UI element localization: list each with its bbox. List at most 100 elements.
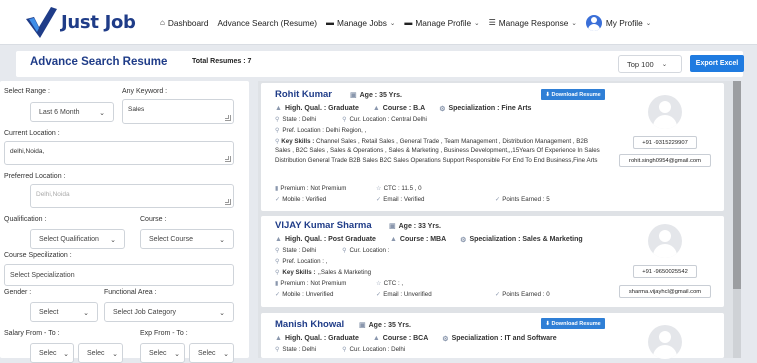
qualification-value: Select Qualification: [39, 235, 99, 243]
mobile-text: Mobile : Verified: [282, 196, 327, 203]
course-dropdown[interactable]: Select Course ⌄: [140, 229, 234, 249]
scrollbar-thumb[interactable]: [733, 81, 741, 289]
nav-advance-search[interactable]: Advance Search (Resume): [217, 18, 317, 28]
nav-advance-search-label: Advance Search (Resume): [217, 17, 318, 28]
pref-location: ⚲ Pref. Location : Delhi Region, ,: [275, 127, 366, 134]
page-title: Advance Search Resume: [30, 56, 168, 68]
select-range-value: Last 6 Month: [39, 108, 80, 116]
nav-manage-jobs-label: Manage Jobs: [337, 17, 387, 28]
graduation-cap-icon: ▲: [275, 335, 282, 342]
chevron-down-icon: ⌄: [474, 19, 480, 27]
key-skills-label: Key Skills :: [282, 269, 316, 276]
key-skills-label: Key Skills :: [281, 138, 315, 145]
filter-panel: Select Range : Any Keyword : Last 6 Mont…: [0, 81, 249, 363]
top-count-select[interactable]: Top 100 ⌄: [618, 55, 682, 73]
course-label: Course :: [140, 216, 167, 223]
functional-area-label: Functional Area :: [104, 289, 157, 296]
pref-location-text: Pref. Location : Delhi Region, ,: [282, 127, 367, 134]
exp-from-dropdown[interactable]: Selec ⌄: [140, 343, 185, 363]
candidate-photo: [648, 95, 682, 129]
download-resume-button[interactable]: ⬇ Download Resume: [541, 318, 605, 329]
nav-dashboard[interactable]: ⌂ Dashboard: [160, 18, 208, 28]
check-icon: ✓: [275, 291, 281, 298]
keyword-value: Sales: [128, 106, 145, 113]
gender-dropdown[interactable]: Select ⌄: [30, 302, 98, 322]
points-text: Points Earned : 0: [502, 291, 550, 298]
chevron-down-icon: ⌄: [219, 237, 225, 244]
salary-to-dropdown[interactable]: Selec ⌄: [78, 343, 123, 363]
course-value: Select Course: [149, 235, 193, 243]
graduation-cap-icon: ▲: [372, 335, 380, 342]
graduation-cap-icon: ▲: [275, 105, 282, 112]
phone-badge[interactable]: +91 -9315229907: [633, 136, 697, 149]
check-icon: ✓: [275, 196, 281, 203]
bookmark-icon: ▮: [275, 185, 279, 192]
map-pin-icon: ⚲: [275, 270, 280, 276]
resize-handle-icon[interactable]: [225, 115, 231, 121]
nav-my-profile-label: My Profile: [605, 17, 643, 28]
cur-location-text: Cur. Location : Central Delhi: [349, 116, 427, 123]
logo-check-icon: [26, 7, 57, 38]
main-nav: ⌂ Dashboard Advance Search (Resume) ▬ Ma…: [160, 0, 660, 45]
qualification-text: High. Qual. : Graduate: [284, 105, 359, 112]
mobile-text: Mobile : Unverified: [282, 291, 334, 298]
select-range-label: Select Range :: [4, 88, 50, 95]
nav-my-profile[interactable]: My Profile ⌄: [585, 14, 651, 31]
candidate-age-text: Age : 35 Yrs.: [368, 322, 411, 329]
premium-text: Premium : Not Premium: [280, 185, 347, 192]
total-resumes: Total Resumes : 7: [192, 58, 252, 65]
candidate-location: ⚲ State : Delhi ⚲ Cur. Location : Delhi: [275, 346, 405, 353]
brand-logo[interactable]: Just Job: [24, 4, 136, 40]
gender-label: Gender :: [4, 289, 32, 296]
map-pin-icon: ⚲: [342, 248, 347, 254]
email-badge[interactable]: sharma.vijayhcl@gmail.com: [619, 285, 711, 298]
ctc-row: ☆ CTC : 11.5 , 0: [376, 185, 422, 192]
home-icon: ⌂: [160, 18, 165, 27]
course-spec-value: Select Specialization: [10, 271, 75, 279]
phone-badge[interactable]: +91 -9650025542: [633, 265, 697, 278]
keyword-input[interactable]: Sales: [122, 99, 234, 124]
functional-area-dropdown[interactable]: Select Job Category ⌄: [104, 302, 234, 322]
premium-row: ▮ Premium : Not Premium: [275, 280, 346, 287]
candidate-name[interactable]: Rohit Kumar: [275, 89, 332, 100]
cur-location-text: Cur. Location :: [349, 247, 390, 254]
qualification-dropdown[interactable]: Select Qualification ⌄: [30, 229, 125, 249]
email-badge[interactable]: rohit.singh0954@gmail.com: [619, 154, 711, 167]
resize-handle-icon[interactable]: [225, 199, 231, 205]
exp-to-dropdown[interactable]: Selec ⌄: [189, 343, 234, 363]
course-spec-dropdown[interactable]: Select Specialization: [4, 264, 234, 286]
briefcase-icon: ▬: [326, 18, 335, 27]
premium-text: Premium : Not Premium: [280, 280, 347, 287]
points-text: Points Earned : 5: [502, 196, 550, 203]
email-status: ✓ Email : Verified: [376, 196, 424, 203]
nav-manage-profile[interactable]: ▬ Manage Profile ⌄: [404, 18, 479, 28]
candidate-age: ▣ Age : 33 Yrs.: [389, 222, 441, 230]
brand-name: Just Job: [61, 11, 136, 33]
map-pin-icon: ⚲: [275, 128, 280, 134]
top-count-value: Top 100: [627, 59, 654, 69]
premium-row: ▮ Premium : Not Premium: [275, 185, 346, 192]
download-resume-button[interactable]: ⬇ Download Resume: [541, 89, 605, 100]
ctc-row: ☆ CTC : ,: [376, 280, 403, 287]
salary-from-dropdown[interactable]: Selec ⌄: [30, 343, 74, 363]
email-status-text: Email : Unverified: [383, 291, 432, 298]
nav-manage-jobs[interactable]: ▬ Manage Jobs ⌄: [326, 18, 395, 28]
select-range-dropdown[interactable]: Last 6 Month ⌄: [30, 102, 114, 122]
pref-location: ⚲ Pref. Location : ,: [275, 258, 327, 265]
candidate-card: Rohit Kumar ▣ Age : 35 Yrs. ⬇ Download Re…: [261, 83, 724, 211]
chevron-down-icon: ⌄: [112, 351, 118, 358]
candidate-age-text: Age : 35 Yrs.: [359, 92, 402, 99]
candidate-location: ⚲ State : Delhi ⚲ Cur. Location : Central …: [275, 116, 427, 123]
resize-handle-icon[interactable]: [225, 156, 231, 162]
course-text: Course : MBA: [399, 236, 447, 243]
check-icon: ✓: [495, 196, 501, 203]
export-excel-button[interactable]: Export Excel: [690, 55, 744, 72]
preferred-location-input[interactable]: Delhi,Noida: [30, 184, 234, 208]
candidate-name[interactable]: Manish Khowal: [275, 319, 344, 330]
candidate-qualification: ▲ High. Qual. : Graduate ▲ Course : BCA ⚙ S…: [275, 335, 557, 343]
nav-manage-response[interactable]: ☰ Manage Response ⌄: [489, 18, 577, 28]
calendar-icon: ▣: [350, 92, 357, 99]
candidate-name[interactable]: VIJAY Kumar Sharma: [275, 220, 372, 231]
current-location-input[interactable]: delhi,Noida,: [4, 141, 234, 165]
chevron-down-icon: ⌄: [389, 19, 396, 27]
